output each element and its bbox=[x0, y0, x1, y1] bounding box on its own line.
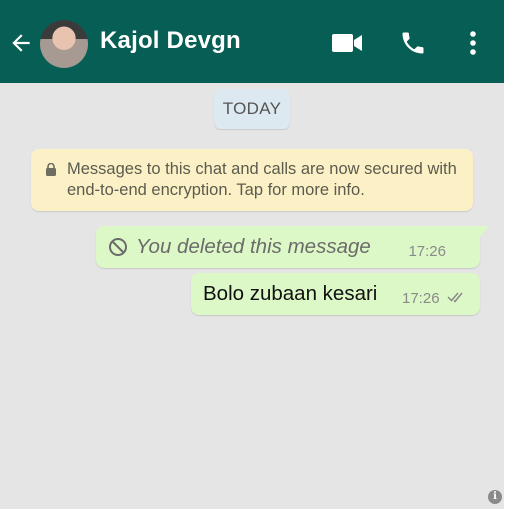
read-ticks-icon bbox=[447, 292, 463, 303]
video-call-icon bbox=[332, 34, 362, 52]
deleted-message-icon bbox=[109, 238, 127, 256]
message-time: 17:26 bbox=[408, 243, 446, 260]
deleted-message-bubble[interactable]: You deleted this message 17:26 bbox=[96, 226, 489, 268]
date-chip: TODAY bbox=[214, 89, 290, 129]
contact-avatar[interactable] bbox=[40, 20, 88, 68]
contact-name[interactable]: Kajol Devgn bbox=[100, 27, 241, 55]
outgoing-message-bubble[interactable]: Bolo zubaan kesari 17:26 bbox=[191, 273, 480, 315]
back-button[interactable] bbox=[6, 28, 36, 58]
more-options-button[interactable] bbox=[456, 26, 490, 60]
back-arrow-icon bbox=[12, 34, 30, 52]
message-text: Bolo zubaan kesari bbox=[203, 282, 378, 305]
lock-icon bbox=[46, 163, 56, 176]
voice-call-icon bbox=[402, 32, 424, 54]
info-icon[interactable]: i bbox=[488, 490, 502, 504]
deleted-message-text: You deleted this message bbox=[136, 235, 371, 258]
chat-screen: Kajol Devgn TODAY Messages to this chat … bbox=[0, 0, 504, 509]
more-options-icon bbox=[470, 31, 476, 55]
chat-header: Kajol Devgn bbox=[0, 0, 504, 83]
encryption-notice[interactable]: Messages to this chat and calls are now … bbox=[31, 149, 473, 211]
video-call-button[interactable] bbox=[330, 26, 364, 60]
message-time: 17:26 bbox=[402, 290, 440, 307]
encryption-notice-text: Messages to this chat and calls are now … bbox=[67, 160, 457, 199]
voice-call-button[interactable] bbox=[396, 26, 430, 60]
